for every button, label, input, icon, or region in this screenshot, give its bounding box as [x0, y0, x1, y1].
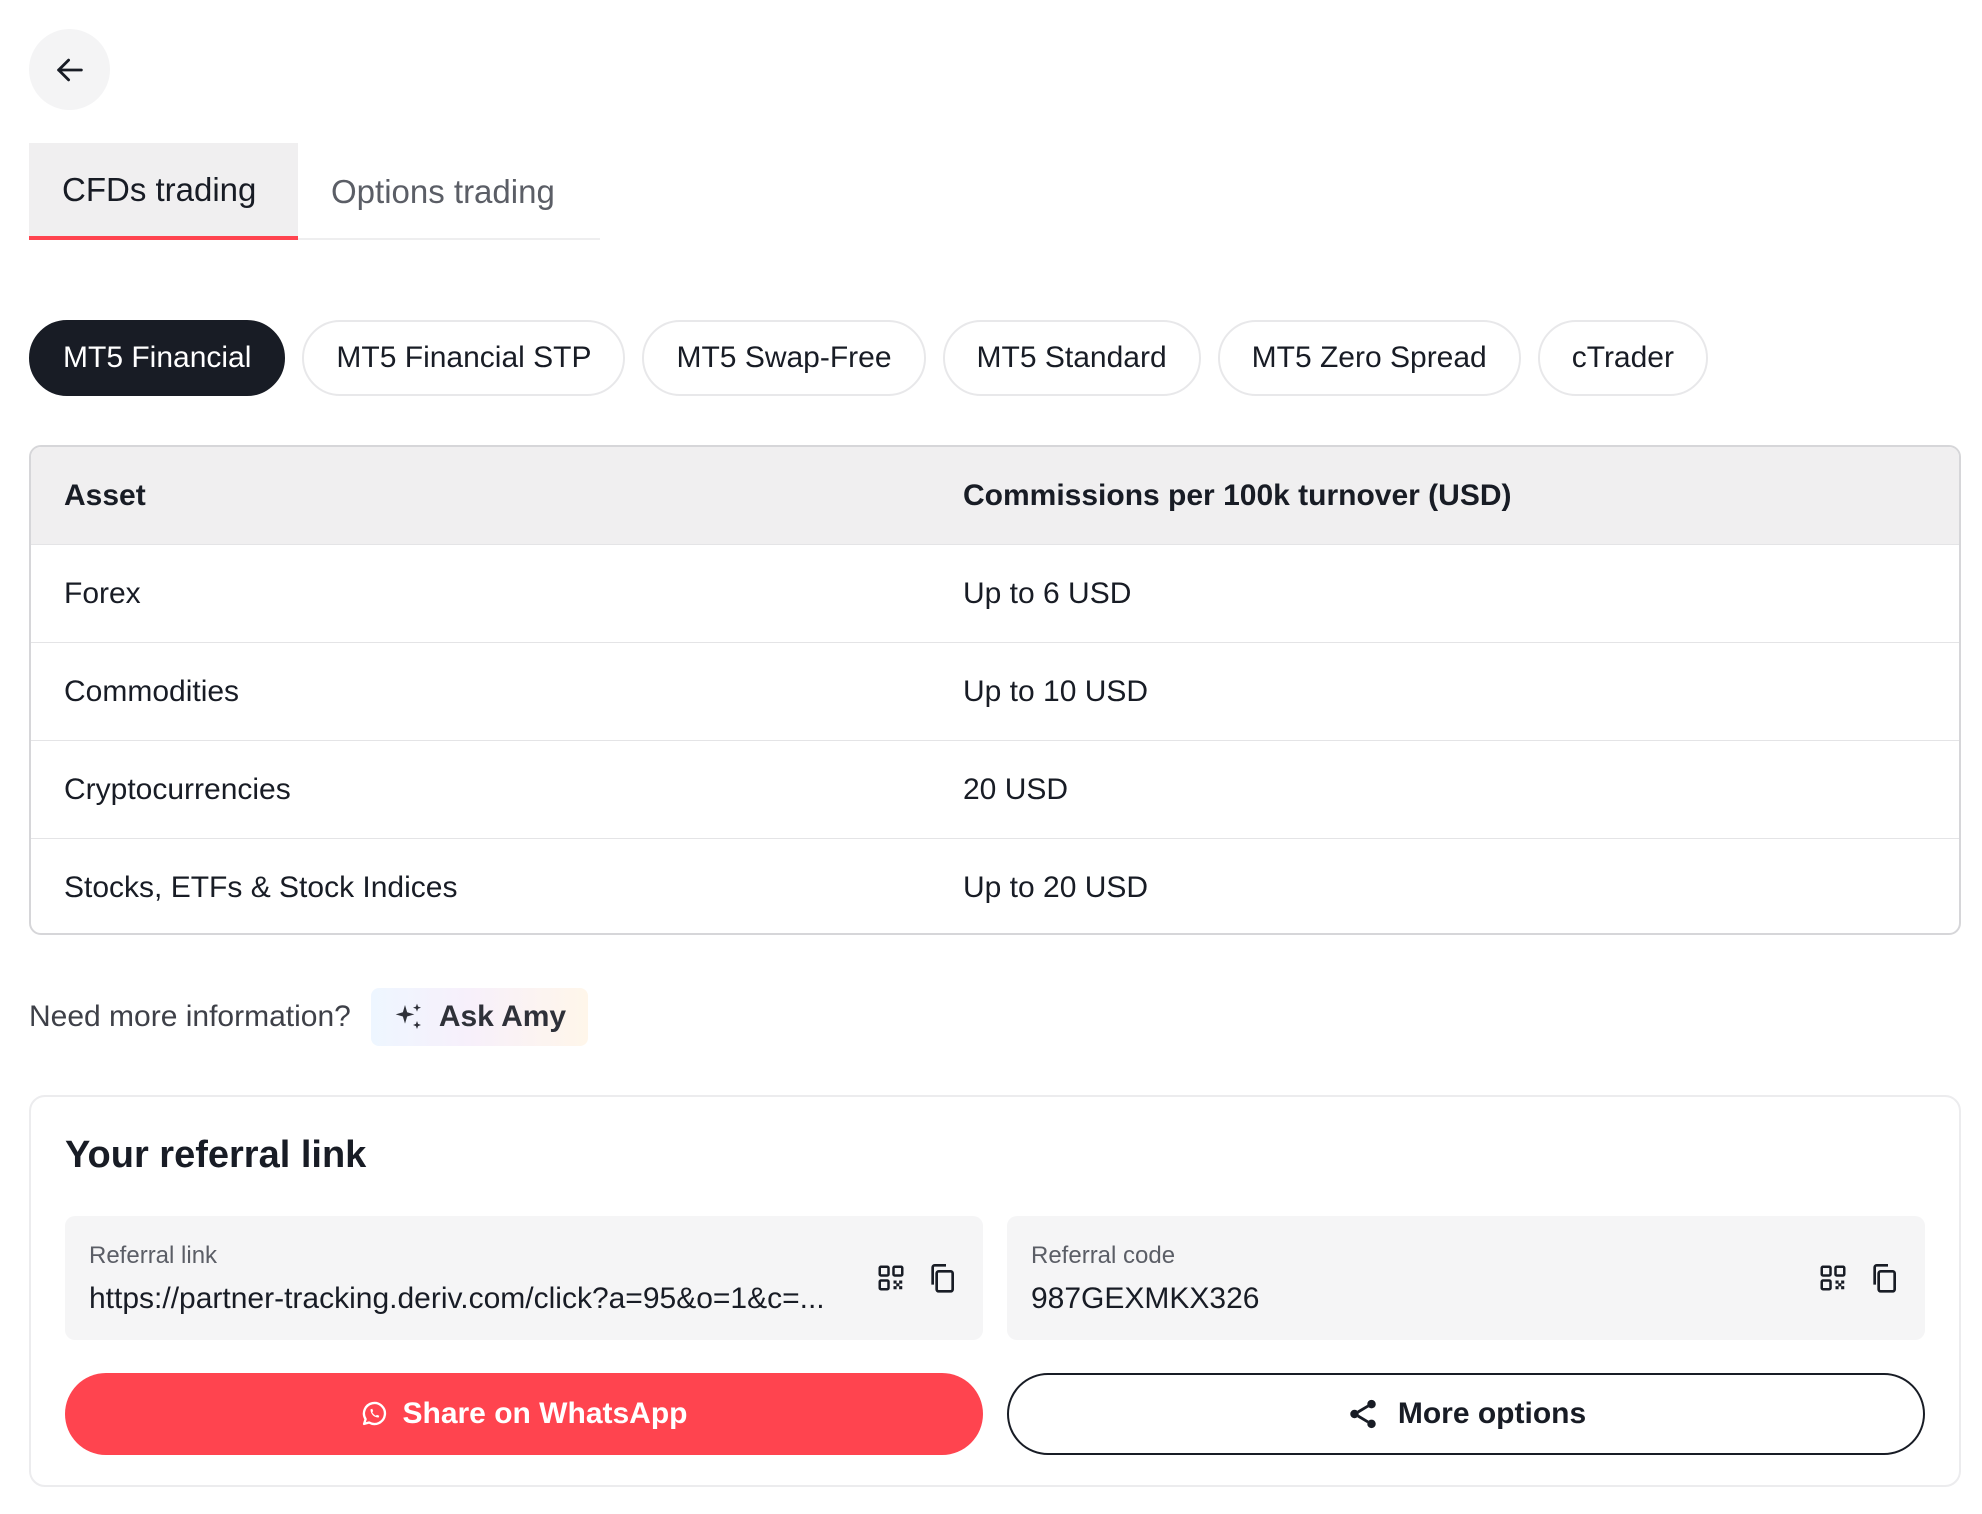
asset-cell: Commodities	[64, 674, 240, 708]
commission-cell: Up to 10 USD	[963, 674, 1149, 708]
qr-code-icon[interactable]	[872, 1259, 910, 1297]
referral-link-value: https://partner-tracking.deriv.com/click…	[89, 1282, 825, 1315]
chip-mt5-financial[interactable]: MT5 Financial	[29, 320, 286, 396]
table-header-row: Asset Commissions per 100k turnover (USD…	[31, 447, 1959, 544]
more-options-button[interactable]: More options	[1007, 1373, 1925, 1455]
share-whatsapp-label: Share on WhatsApp	[402, 1397, 688, 1430]
asset-cell: Forex	[64, 576, 141, 610]
help-row: Need more information? Ask Amy	[29, 987, 589, 1047]
tab-cfds-trading[interactable]: CFDs trading	[29, 143, 298, 240]
ask-amy-button[interactable]: Ask Amy	[370, 988, 589, 1046]
commission-cell: 20 USD	[963, 772, 1069, 806]
commissions-table: Asset Commissions per 100k turnover (USD…	[29, 445, 1961, 935]
copy-icon[interactable]	[923, 1259, 961, 1297]
chip-mt5-financial-stp[interactable]: MT5 Financial STP	[302, 320, 626, 396]
share-whatsapp-button[interactable]: Share on WhatsApp	[65, 1373, 983, 1455]
chip-mt5-swap-free[interactable]: MT5 Swap-Free	[642, 320, 926, 396]
share-icon	[1350, 1399, 1376, 1429]
referral-code-label: Referral code	[1031, 1242, 1176, 1269]
asset-cell: Stocks, ETFs & Stock Indices	[64, 870, 458, 904]
chip-ctrader[interactable]: cTrader	[1537, 320, 1708, 396]
commission-cell: Up to 20 USD	[963, 870, 1149, 904]
header-commissions: Commissions per 100k turnover (USD)	[963, 478, 1512, 512]
need-more-info-text: Need more information?	[29, 1000, 351, 1033]
table-row: Stocks, ETFs & Stock Indices Up to 20 US…	[31, 838, 1959, 933]
more-options-label: More options	[1397, 1397, 1587, 1430]
referral-title: Your referral link	[65, 1134, 367, 1176]
qr-code-icon[interactable]	[1814, 1259, 1852, 1297]
header-asset: Asset	[64, 478, 146, 512]
commission-cell: Up to 6 USD	[963, 576, 1132, 610]
referral-card: Your referral link Referral link https:/…	[29, 1095, 1961, 1487]
table-row: Forex Up to 6 USD	[31, 544, 1959, 642]
back-button[interactable]	[29, 29, 110, 110]
chip-mt5-zero-spread[interactable]: MT5 Zero Spread	[1217, 320, 1521, 396]
arrow-left-icon	[56, 58, 83, 81]
asset-cell: Cryptocurrencies	[64, 772, 291, 806]
trading-type-tabs: CFDs trading Options trading	[29, 143, 600, 240]
tab-options-trading[interactable]: Options trading	[298, 143, 588, 240]
referral-link-field: Referral link https://partner-tracking.d…	[65, 1216, 983, 1340]
ask-amy-label: Ask Amy	[438, 1000, 567, 1033]
copy-icon[interactable]	[1865, 1259, 1903, 1297]
table-row: Commodities Up to 10 USD	[31, 642, 1959, 740]
table-row: Cryptocurrencies 20 USD	[31, 740, 1959, 838]
whatsapp-icon	[363, 1401, 387, 1426]
chip-mt5-standard[interactable]: MT5 Standard	[942, 320, 1201, 396]
referral-link-label: Referral link	[89, 1242, 218, 1269]
sparkle-icon	[395, 1003, 421, 1029]
account-type-chips: MT5 Financial MT5 Financial STP MT5 Swap…	[29, 320, 1708, 396]
referral-code-value: 987GEXMKX326	[1031, 1282, 1260, 1315]
referral-code-field: Referral code 987GEXMKX326	[1007, 1216, 1925, 1340]
